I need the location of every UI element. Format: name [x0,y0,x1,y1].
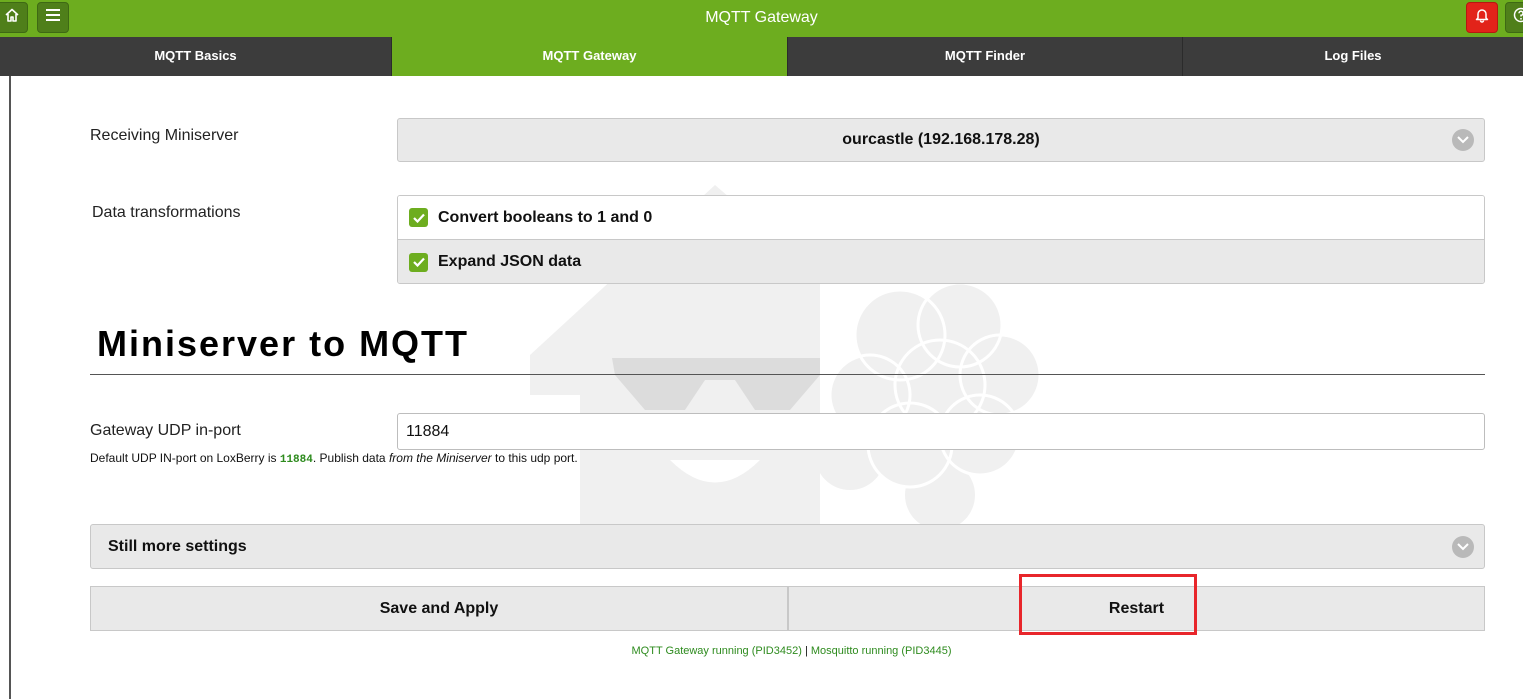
checkmark-icon [409,252,428,272]
tab-log-files[interactable]: Log Files [1183,37,1523,76]
tab-bar: MQTT Basics MQTT Gateway MQTT Finder Log… [0,37,1523,76]
hint-prefix: Default UDP IN-port on LoxBerry is [90,451,277,465]
udp-port-label: Gateway UDP in-port [90,422,241,439]
expand-json-label: Expand JSON data [438,253,582,270]
chevron-down-icon [1452,536,1474,558]
page-title: MQTT Gateway [705,9,818,26]
status-separator: | [804,645,808,657]
transformations-label: Data transformations [92,204,241,221]
expand-json-checkbox[interactable]: Expand JSON data [398,240,1484,283]
menu-button[interactable] [37,2,69,33]
miniserver-label: Receiving Miniserver [90,127,239,144]
more-settings-label: Still more settings [108,538,247,555]
miniserver-select[interactable]: ourcastle (192.168.178.28) [397,118,1485,162]
convert-booleans-checkbox[interactable]: Convert booleans to 1 and 0 [398,196,1484,240]
left-panel-edge [0,76,11,699]
section-divider [90,374,1485,375]
hint-italic: from the Miniserver [388,451,492,465]
hamburger-menu-icon [45,8,61,27]
tab-mqtt-finder[interactable]: MQTT Finder [788,37,1183,76]
gateway-status: MQTT Gateway running (PID3452) [631,645,802,657]
tab-mqtt-basics[interactable]: MQTT Basics [0,37,392,76]
mosquitto-status: Mosquitto running (PID3445) [810,645,952,657]
hint-middle: . Publish data [312,451,386,465]
hint-port-code: 11884 [279,454,313,466]
service-status: MQTT Gateway running (PID3452) | Mosquit… [0,645,1523,657]
convert-booleans-label: Convert booleans to 1 and 0 [438,208,653,226]
top-bar: MQTT Gateway [0,0,1523,37]
save-apply-button[interactable]: Save and Apply [90,586,788,631]
udp-port-hint: Default UDP IN-port on LoxBerry is 11884… [90,451,578,466]
restart-highlight-box [1019,574,1197,635]
section-title: Miniserver to MQTT [97,323,470,364]
tab-mqtt-gateway[interactable]: MQTT Gateway [392,37,788,76]
hint-suffix: to this udp port. [494,451,578,465]
miniserver-select-value: ourcastle (192.168.178.28) [842,131,1040,148]
transformations-group: Convert booleans to 1 and 0 Expand JSON … [397,195,1485,284]
help-icon [1513,7,1523,28]
checkmark-icon [409,208,428,227]
home-button[interactable] [0,2,28,33]
help-button[interactable] [1505,2,1523,33]
udp-port-input[interactable] [397,413,1485,450]
home-icon [4,7,20,28]
more-settings-collapsible[interactable]: Still more settings [90,524,1485,569]
bell-icon [1474,7,1490,28]
notifications-button[interactable] [1466,2,1498,33]
chevron-down-icon [1452,129,1474,151]
